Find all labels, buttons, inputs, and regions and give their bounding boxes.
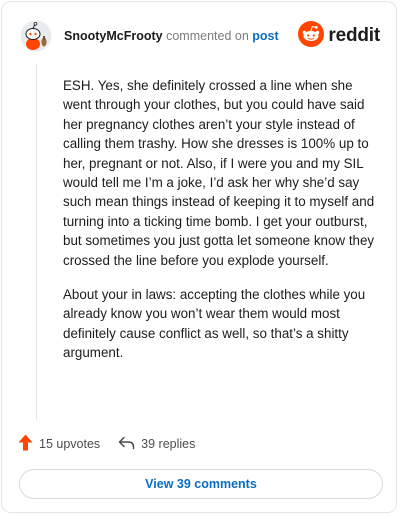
- comment-meta: SnootyMcFrooty commented on post: [64, 28, 279, 44]
- comment-paragraph: About your in laws: accepting the clothe…: [63, 287, 366, 361]
- username-link[interactable]: SnootyMcFrooty: [64, 29, 163, 43]
- replies-button[interactable]: 39 replies: [118, 436, 195, 453]
- snoo-avatar-icon[interactable]: [20, 20, 52, 52]
- reddit-brand[interactable]: reddit: [298, 20, 380, 52]
- reply-arrow-icon: [118, 436, 141, 453]
- reddit-wordmark: reddit: [328, 25, 380, 46]
- upvote-arrow-icon: [18, 434, 39, 454]
- comment-header: SnootyMcFrooty commented on post reddit: [20, 20, 382, 52]
- post-link[interactable]: post: [252, 29, 278, 43]
- replies-count: 39 replies: [141, 437, 196, 451]
- comment-actions: 15 upvotes 39 replies: [18, 434, 195, 454]
- thread-line: [36, 64, 37, 420]
- upvote-count: 15 upvotes: [39, 437, 101, 451]
- comment-paragraph: ESH. Yes, she definitely crossed a line …: [63, 78, 375, 268]
- reddit-logo-icon: [298, 20, 325, 52]
- upvote-button[interactable]: 15 upvotes: [18, 434, 100, 454]
- comment-card: SnootyMcFrooty commented on post reddit …: [1, 1, 397, 513]
- action-text: commented on: [166, 29, 249, 43]
- comment-body: ESH. Yes, she definitely crossed a line …: [63, 76, 381, 378]
- view-comments-button[interactable]: View 39 comments: [19, 469, 383, 499]
